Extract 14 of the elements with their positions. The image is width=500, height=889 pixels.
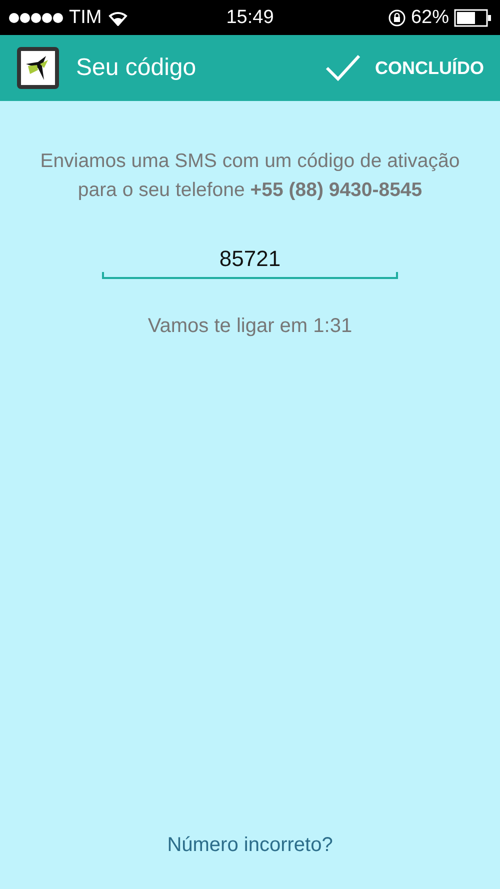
carrier-name: TIM (69, 6, 102, 28)
done-button[interactable]: CONCLUÍDO (319, 50, 490, 86)
battery-icon (454, 8, 492, 26)
wrong-number-link[interactable]: Número incorreto? (167, 834, 333, 857)
instruction-text: Enviamos uma SMS com um código de ativação para o seu telefone +55 (88) 9430-8545 (40, 149, 460, 203)
signal-icon (8, 12, 63, 24)
countdown-text: Vamos te ligar em 1:31 (148, 315, 352, 338)
app-logo-icon (16, 46, 60, 90)
rotation-lock-icon (388, 8, 406, 26)
screen-title: Seu código (76, 54, 198, 82)
checkmark-icon (325, 54, 361, 82)
clock-time: 15:49 (226, 6, 274, 28)
wifi-icon (108, 10, 128, 26)
battery-percentage: 62% (410, 6, 449, 28)
